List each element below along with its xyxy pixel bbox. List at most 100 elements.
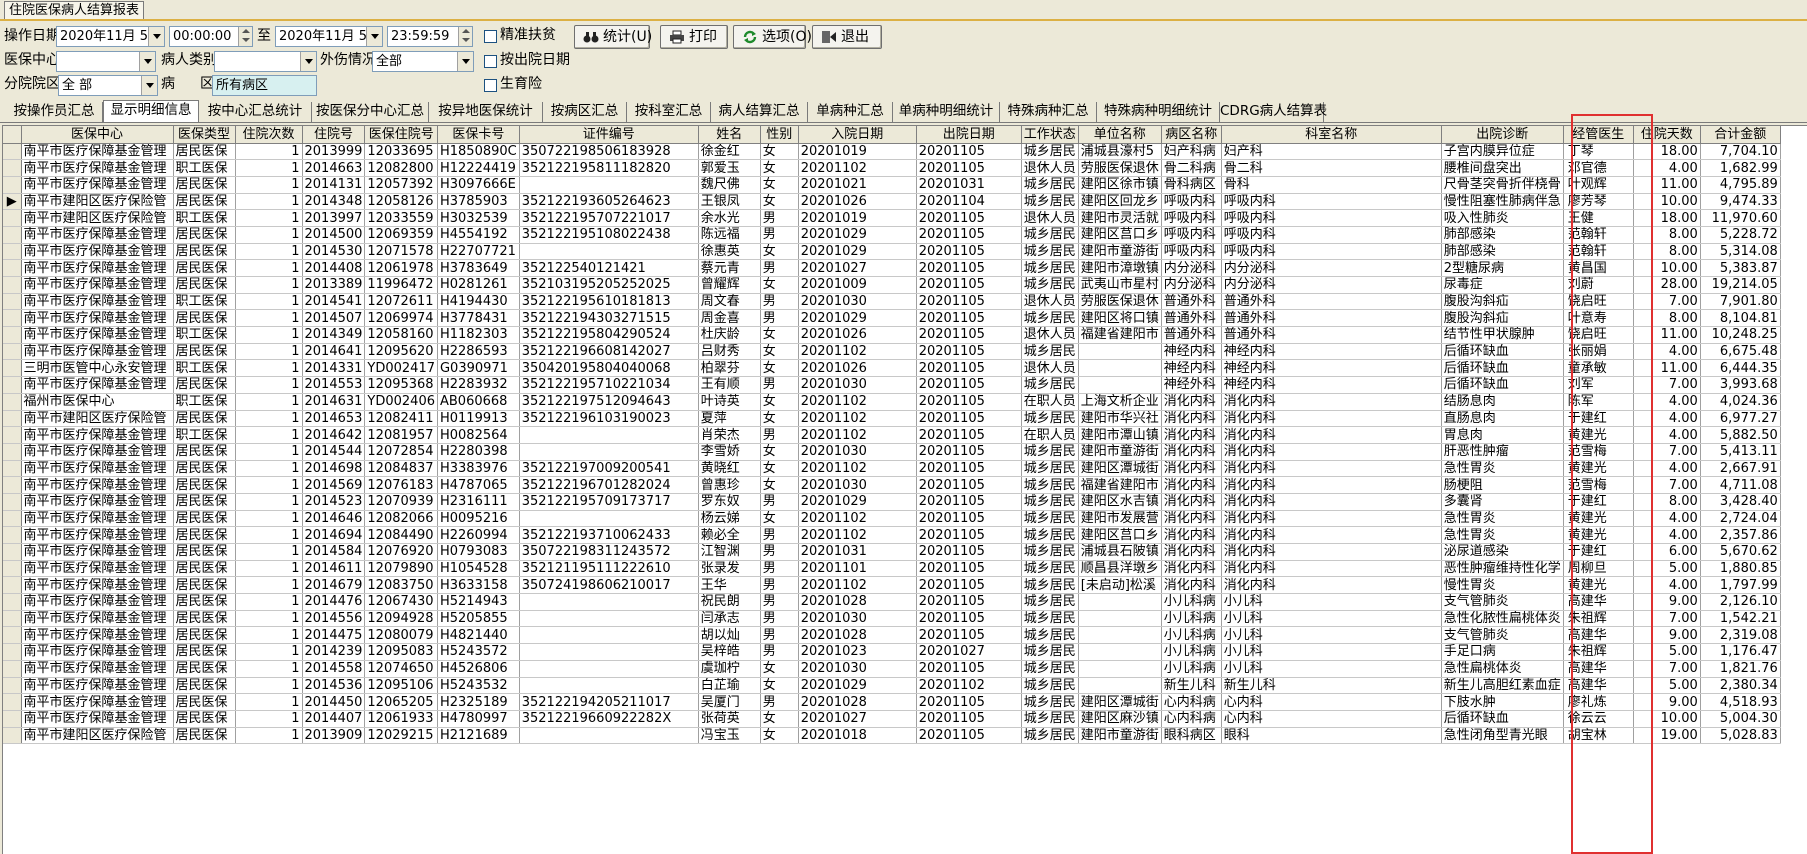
table-cell[interactable]: H0119913 (437, 410, 520, 428)
settlement-grid[interactable]: 医保中心 医保类型 住院次数 住院号 医保住院号 医保卡号 证件编号 姓名 性别… (2, 125, 1807, 854)
table-cell[interactable]: 20201030 (798, 443, 917, 461)
table-cell[interactable]: 王健 (1563, 209, 1634, 227)
table-cell[interactable]: 352122195108022438 (519, 226, 699, 244)
table-cell[interactable]: 男 (760, 526, 799, 544)
table-cell[interactable]: H4526806 (437, 660, 520, 678)
table-cell[interactable]: 于建红 (1563, 543, 1634, 561)
table-cell[interactable]: H4787065 (437, 476, 520, 494)
table-cell[interactable] (1078, 626, 1162, 645)
table-cell[interactable]: 高建华 (1563, 626, 1634, 645)
column-header[interactable]: 工作状态 (1021, 126, 1079, 144)
table-cell[interactable]: 1 (235, 276, 303, 294)
table-cell[interactable]: 2型糖尿病 (1441, 259, 1564, 277)
table-cell[interactable]: 普通外科 (1161, 309, 1222, 328)
table-cell[interactable]: 12082066 (364, 510, 438, 528)
table-cell[interactable]: H3633158 (437, 576, 520, 595)
column-header[interactable]: 医保住院号 (364, 126, 438, 144)
row-indicator[interactable] (3, 159, 22, 177)
table-cell[interactable]: 张录发 (698, 560, 761, 578)
table-row[interactable]: 南平市医疗保障基金管理 居民医保 1 2014679 12083750 H3633158 3… (3, 576, 1781, 595)
table-cell[interactable]: 4,518.93 (1700, 693, 1781, 711)
table-cell[interactable]: 352122194205211017 (519, 693, 699, 711)
table-cell[interactable]: 12076183 (364, 476, 438, 494)
table-cell[interactable]: 12095106 (364, 677, 438, 695)
table-cell[interactable]: 建阳市华兴社 (1078, 410, 1162, 428)
table-cell[interactable]: 20201105 (916, 593, 1022, 611)
table-cell[interactable]: 20201105 (916, 293, 1022, 311)
table-cell[interactable]: 呼吸内科 (1221, 243, 1442, 261)
table-row[interactable]: 南平市医疗保障基金管理 职工医保 1 2014663 12082800 H12224419… (3, 159, 1781, 177)
row-indicator[interactable] (3, 460, 22, 478)
table-cell[interactable]: 神经内科 (1161, 343, 1222, 361)
table-cell[interactable]: 女 (760, 359, 799, 378)
table-cell[interactable]: 7.00 (1633, 443, 1701, 461)
table-cell[interactable]: 女 (760, 193, 799, 211)
table-cell[interactable]: 居民医保 (173, 593, 236, 611)
table-cell[interactable]: 20201105 (916, 443, 1022, 461)
table-cell[interactable]: 神经内科 (1161, 359, 1222, 378)
table-cell[interactable]: 下肢水肿 (1441, 693, 1564, 711)
table-cell[interactable]: 11.00 (1633, 359, 1701, 378)
table-cell[interactable]: 10.00 (1633, 710, 1701, 728)
table-cell[interactable]: 12095083 (364, 643, 438, 661)
table-cell[interactable]: 退休人员 (1021, 359, 1079, 378)
row-indicator[interactable] (3, 259, 22, 277)
table-cell[interactable]: 20201030 (798, 610, 917, 628)
table-cell[interactable]: 胡以灿 (698, 626, 761, 645)
table-cell[interactable]: 1 (235, 393, 303, 411)
table-cell[interactable]: 南平市建阳区医疗保险管 (21, 209, 174, 227)
table-cell[interactable]: 王有顺 (698, 376, 761, 394)
table-cell[interactable]: 20201105 (916, 326, 1022, 344)
table-cell[interactable] (519, 643, 699, 661)
table-cell[interactable]: 虞珈柠 (698, 660, 761, 678)
table-cell[interactable]: 居民医保 (173, 626, 236, 645)
table-cell[interactable]: 居民医保 (173, 677, 236, 695)
table-cell[interactable]: 女 (760, 159, 799, 177)
table-cell[interactable]: 吴梓皓 (698, 643, 761, 661)
table-cell[interactable]: 12082411 (364, 410, 438, 428)
table-cell[interactable]: 20201105 (916, 226, 1022, 244)
column-header[interactable]: 证件编号 (519, 126, 699, 144)
table-cell[interactable]: 蔡元青 (698, 259, 761, 277)
table-cell[interactable]: 居民医保 (173, 276, 236, 294)
table-cell[interactable]: 4.00 (1633, 460, 1701, 478)
table-cell[interactable]: 南平市医疗保障基金管理 (21, 293, 174, 311)
table-cell[interactable]: 城乡居民 (1021, 309, 1079, 328)
table-cell[interactable]: 2014530 (302, 243, 366, 261)
table-cell[interactable]: 小儿科病 (1161, 626, 1222, 645)
table-cell[interactable]: 1 (235, 493, 303, 511)
table-cell[interactable]: 男 (760, 610, 799, 628)
table-row[interactable]: 三明市医管中心永安管理 职工医保 1 2014331 YD002417 G0390971 3… (3, 359, 1781, 378)
table-cell[interactable]: 20201105 (916, 543, 1022, 561)
table-row[interactable]: 南平市医疗保障基金管理 居民医保 1 2014523 12070939 H2316111 3… (3, 493, 1781, 511)
table-cell[interactable] (1078, 359, 1162, 378)
table-cell[interactable]: 南平市医疗保障基金管理 (21, 643, 174, 661)
table-cell[interactable]: 消化内科 (1221, 510, 1442, 528)
table-cell[interactable]: 12083750 (364, 576, 438, 595)
table-cell[interactable] (1078, 376, 1162, 394)
table-cell[interactable] (1078, 610, 1162, 628)
table-cell[interactable]: 20201102 (798, 159, 917, 177)
table-cell[interactable]: 2014653 (302, 410, 366, 428)
table-cell[interactable]: 武夷山市星村 (1078, 276, 1162, 294)
table-cell[interactable]: 男 (760, 309, 799, 328)
table-cell[interactable]: 直肠息肉 (1441, 410, 1564, 428)
table-cell[interactable]: 9.00 (1633, 693, 1701, 711)
table-cell[interactable]: 4.00 (1633, 343, 1701, 361)
row-indicator[interactable] (3, 626, 22, 645)
table-cell[interactable]: 1 (235, 460, 303, 478)
table-cell[interactable]: 2,380.34 (1700, 677, 1781, 695)
table-row[interactable]: 南平市医疗保障基金管理 职工医保 1 2014642 12081957 H0082564 肖… (3, 426, 1781, 444)
table-cell[interactable]: 冯宝玉 (698, 727, 761, 745)
table-cell[interactable]: 20201029 (798, 226, 917, 244)
table-cell[interactable]: 退休人员 (1021, 159, 1079, 177)
table-cell[interactable]: 1 (235, 326, 303, 344)
injury-select[interactable]: 全部 (372, 51, 474, 72)
table-cell[interactable]: 12033559 (364, 209, 438, 227)
table-cell[interactable]: 陈远福 (698, 226, 761, 244)
table-cell[interactable]: 男 (760, 226, 799, 244)
column-header[interactable]: 合计金额 (1700, 126, 1781, 144)
tab-single-disease-detail[interactable]: 单病种明细统计 (893, 102, 1000, 122)
table-cell[interactable] (519, 426, 699, 444)
table-cell[interactable]: 2014541 (302, 293, 366, 311)
